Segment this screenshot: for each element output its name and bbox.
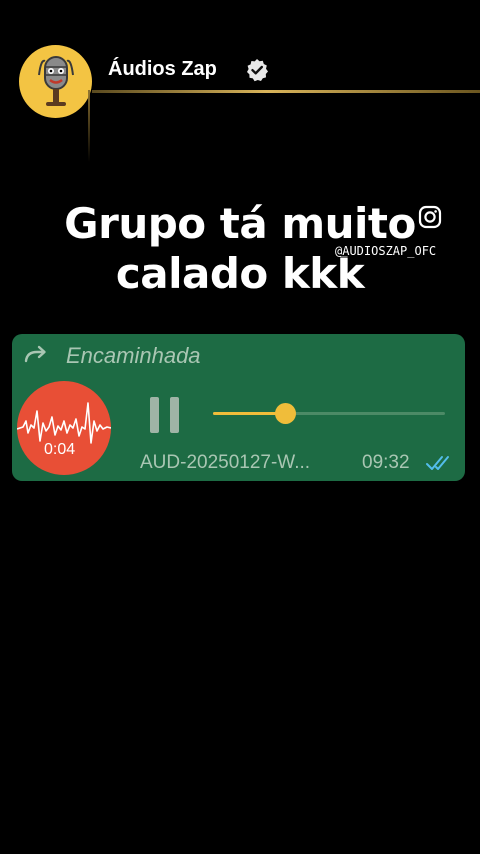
pause-button[interactable] xyxy=(150,397,184,433)
message-time: 09:32 xyxy=(362,452,410,473)
instagram-icon xyxy=(418,205,442,229)
audio-progress-track[interactable] xyxy=(213,412,445,415)
waveform-icon xyxy=(17,402,111,444)
audio-duration: 0:04 xyxy=(44,441,76,458)
watermark-handle: @AUDIOSZAP_OFC xyxy=(333,244,439,258)
header-divider-vertical xyxy=(88,90,90,162)
forwarded-label: Encaminhada xyxy=(66,343,201,368)
channel-avatar[interactable] xyxy=(19,45,92,118)
double-check-read-icon xyxy=(426,456,449,470)
verified-badge-icon xyxy=(247,59,268,82)
audio-progress-thumb[interactable] xyxy=(274,403,296,424)
pause-icon xyxy=(150,397,159,433)
microphone-mascot-icon xyxy=(38,56,74,106)
channel-header: Áudios Zap xyxy=(0,0,480,162)
voice-waveform-avatar xyxy=(17,381,111,475)
forward-arrow-icon xyxy=(24,345,46,363)
pause-icon-bar xyxy=(170,397,179,433)
caption-line-1: Grupo tá muito xyxy=(64,199,416,248)
channel-name[interactable]: Áudios Zap xyxy=(108,58,217,81)
header-divider xyxy=(92,90,480,93)
audio-filename: AUD-20250127-W... xyxy=(140,452,311,473)
